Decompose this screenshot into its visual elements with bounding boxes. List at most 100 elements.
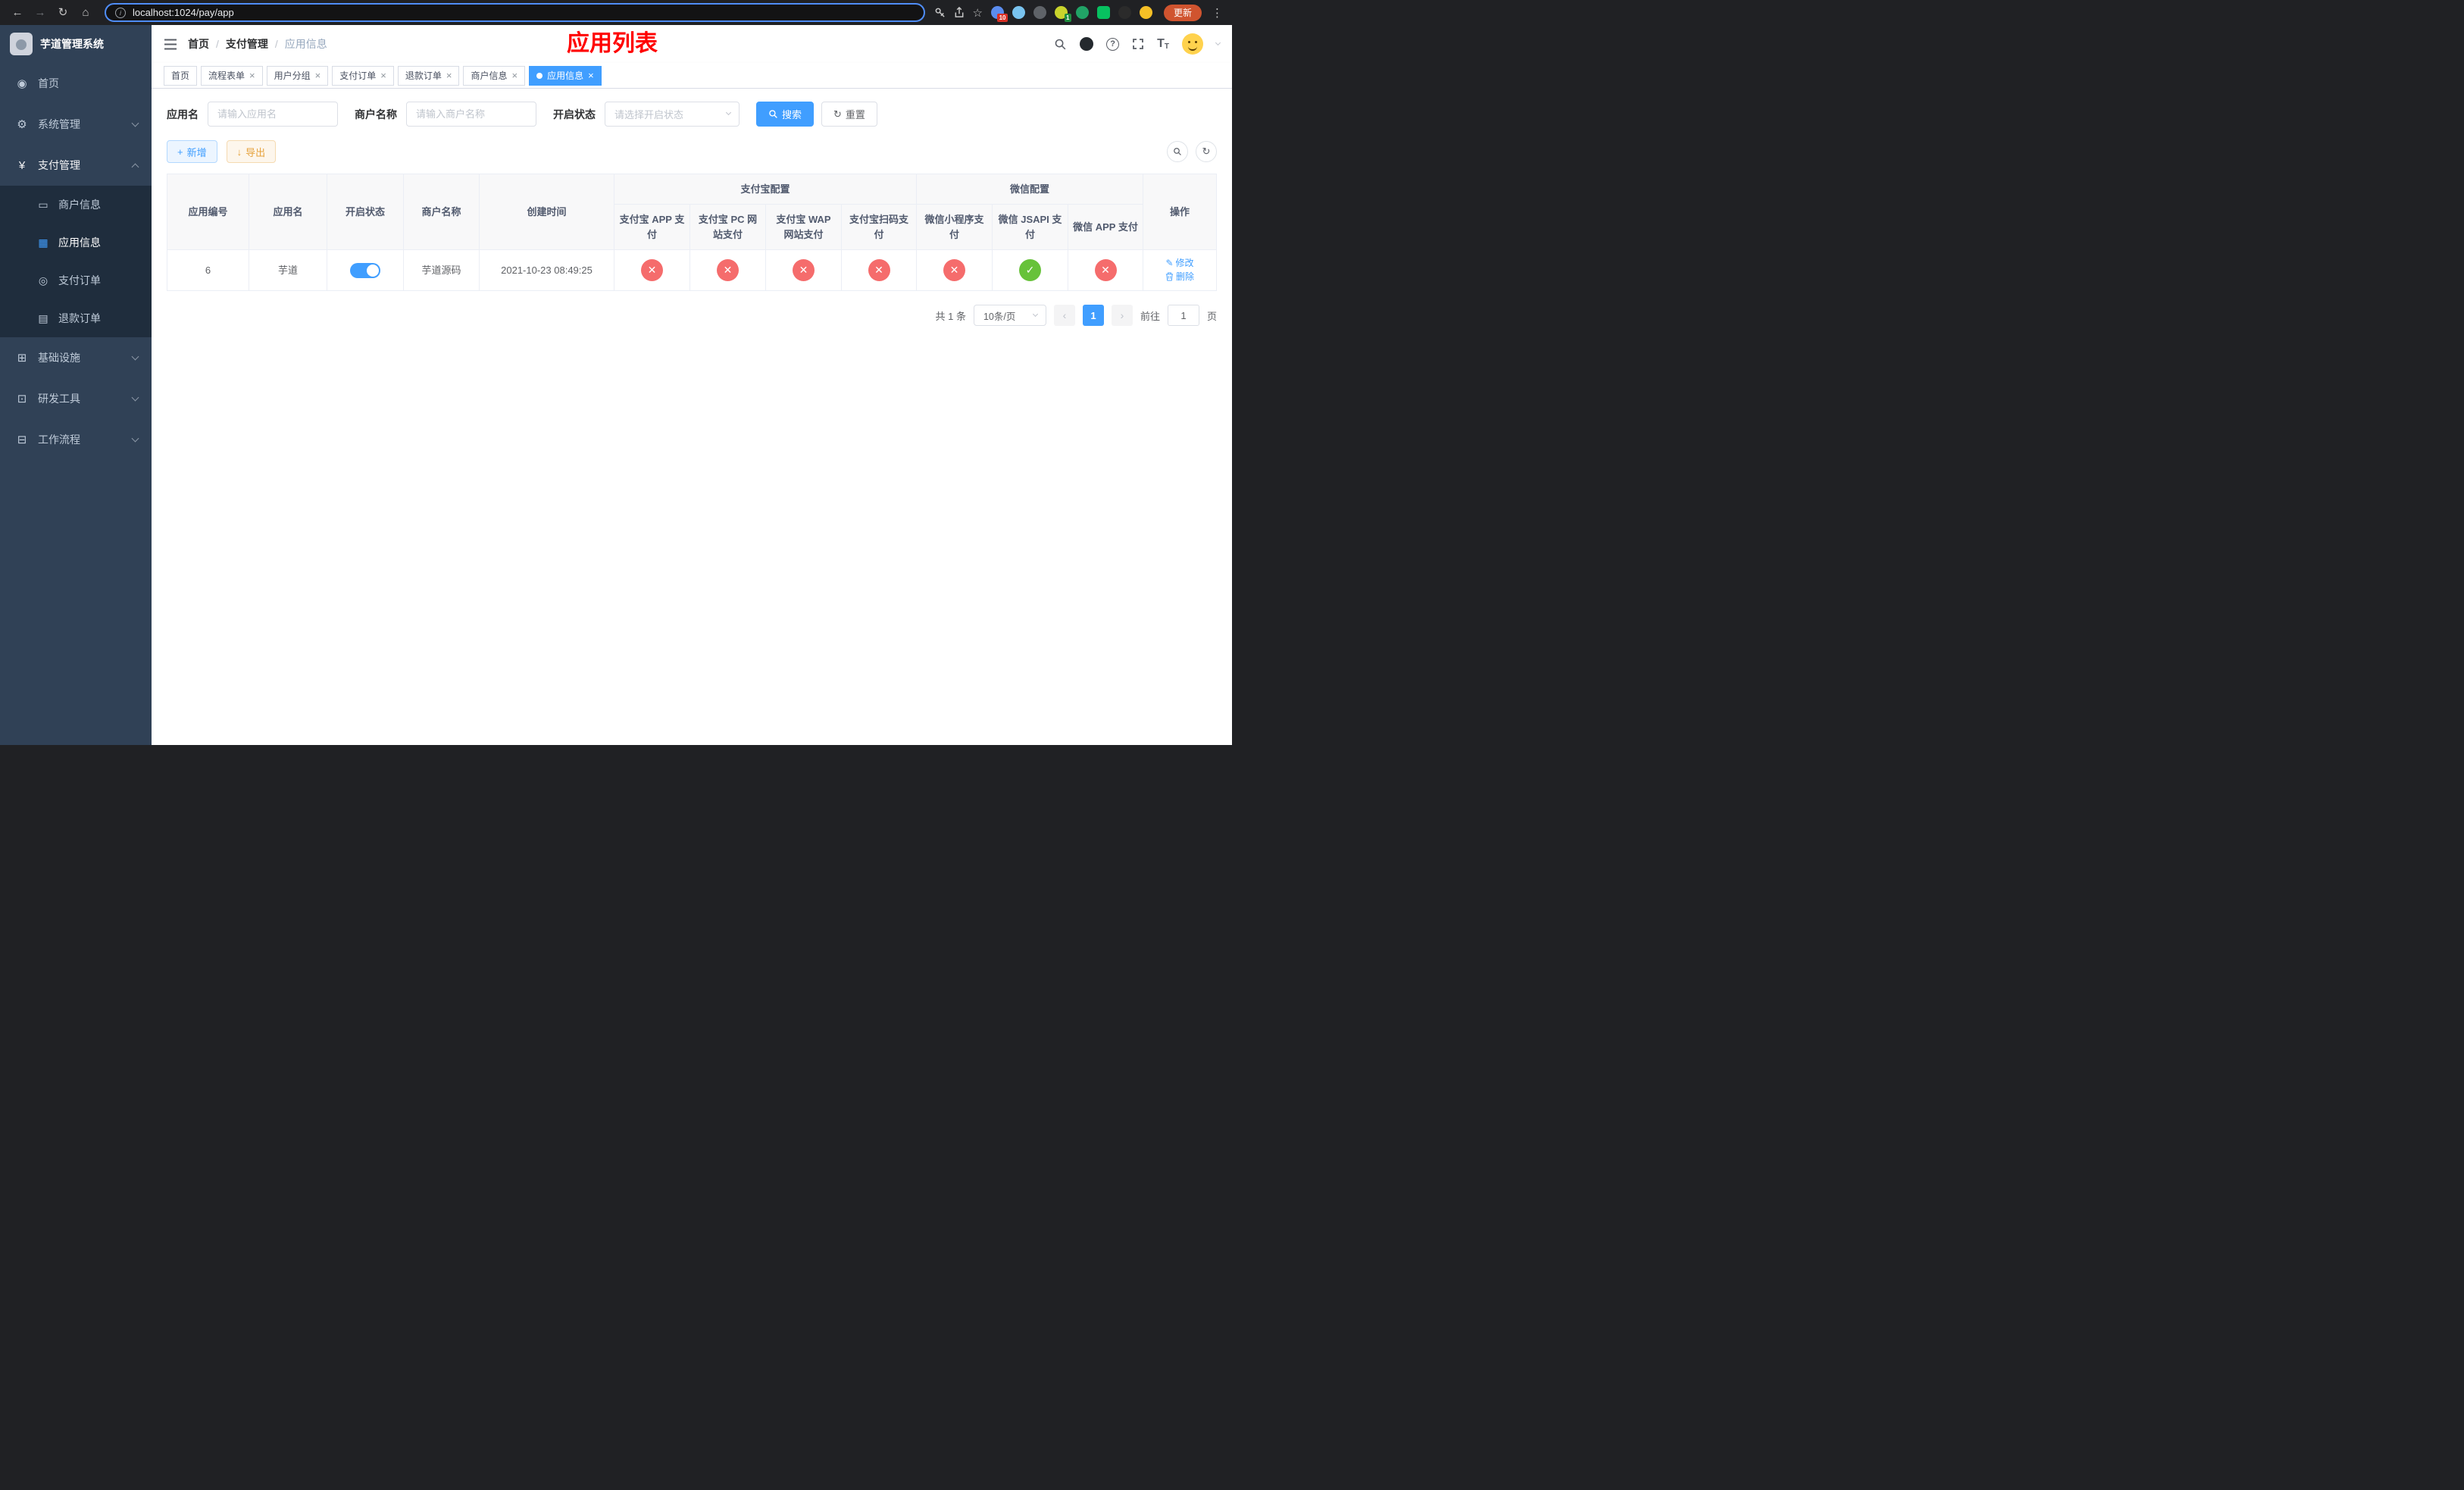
cell-wechat-app: ✕ [1068,249,1144,291]
toolbox-icon: ⊡ [17,393,27,405]
search-form: 应用名 商户名称 开启状态 请选择开启状态 [167,102,1217,127]
breadcrumb-payment[interactable]: 支付管理 [226,36,268,52]
breadcrumb-home[interactable]: 首页 [188,36,209,52]
sidebar-item-home[interactable]: ◉ 首页 [0,63,152,104]
tab-merchant-info[interactable]: 商户信息 × [463,65,526,86]
sidebar-item-label: 系统管理 [38,118,80,130]
tab-user-group[interactable]: 用户分组 × [266,65,329,86]
extension-icon[interactable] [1096,6,1110,19]
status-label: 开启状态 [553,108,596,121]
goto-page-input[interactable] [1167,305,1199,326]
close-icon[interactable]: × [249,70,255,80]
chevron-down-icon [131,393,139,401]
merchant-name-input[interactable] [406,102,536,127]
cell-app-id: 6 [167,249,249,291]
sidebar-item-system[interactable]: ⚙ 系统管理 [0,104,152,145]
col-wechat-app: 微信 APP 支付 [1068,204,1144,250]
tab-home[interactable]: 首页 [164,65,198,86]
toggle-search-button[interactable] [1167,141,1188,162]
sidebar-item-refund-orders[interactable]: ▤ 退款订单 [0,299,152,337]
table-row: 6 芋道 芋道源码 2021-10-23 08:49:25 ✕ ✕ ✕ ✕ ✕ [167,249,1217,291]
sidebar-toggle-icon[interactable] [164,39,177,50]
goto-unit: 页 [1206,310,1217,322]
help-icon[interactable]: ? [1106,37,1120,51]
pagination: 共 1 条 10条/页 ‹ 1 › 前往 页 [167,305,1217,326]
search-button-label: 搜索 [782,109,802,121]
tab-pay-orders[interactable]: 支付订单 × [332,65,394,86]
next-page-button[interactable]: › [1111,305,1133,326]
extension-icon[interactable] [1139,6,1152,19]
sidebar-item-pay-orders[interactable]: ◎ 支付订单 [0,261,152,299]
breadcrumb-separator: / [216,38,219,50]
tab-refund-orders[interactable]: 退款订单 × [397,65,460,86]
address-bar[interactable]: i localhost:1024/pay/app [105,3,925,22]
extension-icon[interactable] [1075,6,1089,19]
extension-icon[interactable] [1118,6,1131,19]
delete-link[interactable]: 删除 [1165,270,1194,283]
col-operations: 操作 [1143,174,1217,250]
sidebar-item-infrastructure[interactable]: ⊞ 基础设施 [0,337,152,378]
chevron-down-icon [1215,39,1221,45]
reload-button[interactable]: ↻ [53,0,73,25]
config-status-icon: ✕ [868,259,890,281]
search-button[interactable]: 搜索 [756,102,815,127]
page-1-button[interactable]: 1 [1082,305,1104,326]
sidebar-item-label: 应用信息 [58,236,101,249]
chevron-up-icon [131,163,139,171]
content-area: 应用名 商户名称 开启状态 请选择开启状态 [152,89,1232,745]
status-select[interactable]: 请选择开启状态 [605,102,740,127]
toggle-knob [367,264,379,277]
status-toggle[interactable] [350,262,380,278]
sidebar-item-workflow[interactable]: ⊟ 工作流程 [0,419,152,460]
reset-button-label: 重置 [845,109,865,121]
tab-label: 应用信息 [547,70,584,81]
close-icon[interactable]: × [588,70,594,80]
col-app-name: 应用名 [249,174,327,250]
close-icon[interactable]: × [446,70,452,80]
export-button[interactable]: ↓ 导出 [226,140,277,163]
font-size-icon[interactable]: TT [1157,37,1169,51]
fullscreen-icon[interactable] [1132,38,1144,50]
tab-process-form[interactable]: 流程表单 × [201,65,263,86]
col-wechat-jsapi: 微信 JSAPI 支付 [992,204,1069,250]
user-avatar[interactable] [1182,33,1203,55]
sidebar-item-app-info[interactable]: ▦ 应用信息 [0,224,152,261]
prev-page-button[interactable]: ‹ [1053,305,1075,326]
reset-button[interactable]: ↻ 重置 [821,102,877,127]
sidebar-item-payment[interactable]: ¥ 支付管理 [0,145,152,186]
col-app-id: 应用编号 [167,174,249,250]
app-name-input[interactable] [208,102,338,127]
extension-icon[interactable]: 10 [990,6,1008,22]
close-icon[interactable]: × [511,70,518,80]
chevron-down-icon [1032,311,1039,317]
close-icon[interactable]: × [380,70,386,80]
sidebar-item-devtools[interactable]: ⊡ 研发工具 [0,378,152,419]
refresh-table-button[interactable]: ↻ [1196,141,1217,162]
extension-icon[interactable] [1033,6,1046,19]
extension-icon[interactable]: 1 [1054,6,1071,22]
add-button[interactable]: + 新增 [167,140,217,163]
browser-update-button[interactable]: 更新 [1163,4,1202,21]
share-icon[interactable] [954,7,965,18]
home-button[interactable]: ⌂ [76,0,95,25]
merchant-name-label: 商户名称 [355,108,397,121]
bookmark-star-icon[interactable]: ☆ [973,6,983,20]
tab-app-info[interactable]: 应用信息 × [529,65,602,86]
edit-link[interactable]: ✎ 修改 [1165,256,1193,270]
password-key-icon[interactable] [934,7,946,18]
search-icon[interactable] [1054,38,1067,51]
col-merchant: 商户名称 [403,174,480,250]
forward-button[interactable]: → [30,0,50,25]
back-button[interactable]: ← [8,0,27,25]
sidebar-logo: 芋道管理系统 [0,25,152,63]
extension-icon[interactable] [1012,6,1025,19]
close-icon[interactable]: × [315,70,321,80]
col-alipay-qr: 支付宝扫码支付 [840,204,918,250]
github-icon[interactable] [1080,37,1094,51]
site-info-icon[interactable]: i [115,7,126,18]
page-size-select[interactable]: 10条/页 [973,305,1046,326]
document-icon: ▤ [38,311,48,324]
browser-menu-icon[interactable]: ⋮ [1210,6,1224,20]
sidebar-item-merchant-info[interactable]: ▭ 商户信息 [0,186,152,224]
chevron-down-icon [131,434,139,442]
